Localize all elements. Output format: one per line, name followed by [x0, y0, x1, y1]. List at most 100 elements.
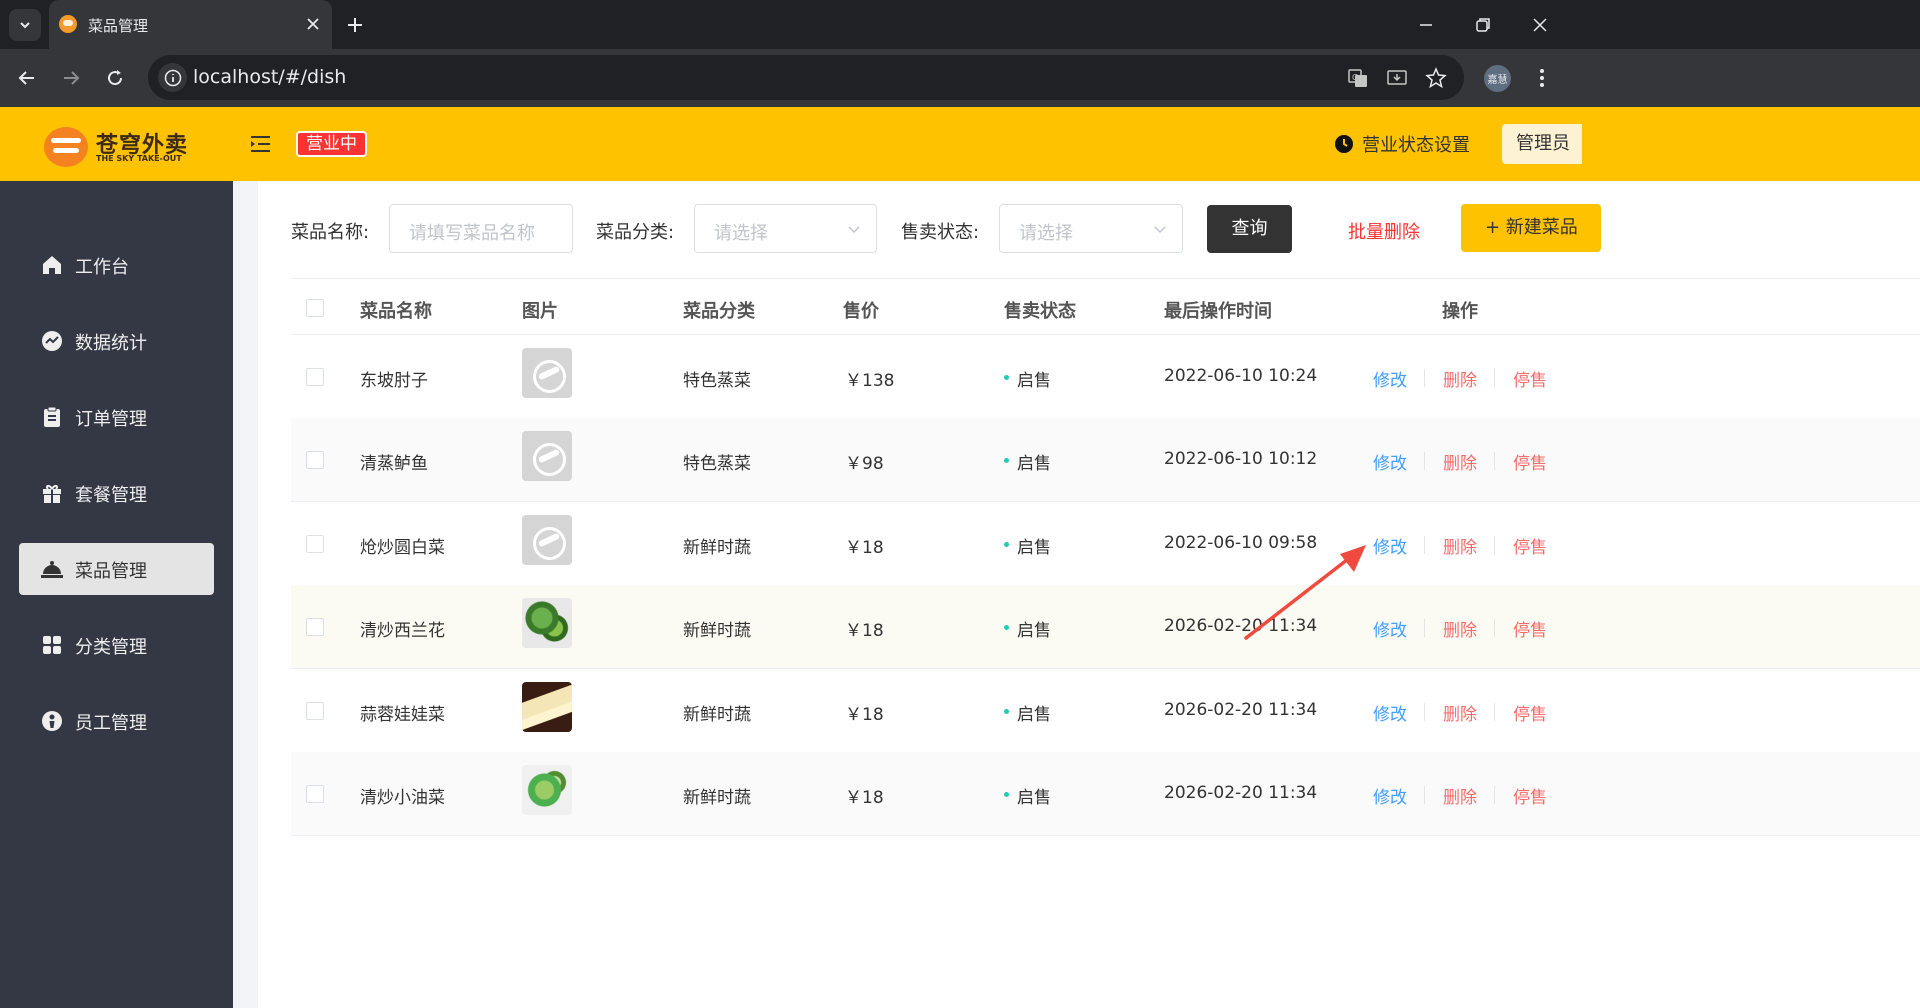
dish-price: ￥18 — [845, 538, 884, 558]
back-button[interactable] — [10, 61, 44, 95]
edit-button[interactable]: 修改 — [1373, 449, 1407, 474]
close-window-button[interactable] — [1512, 0, 1568, 49]
stop-sale-button[interactable]: 停售 — [1513, 366, 1547, 391]
forward-button[interactable] — [54, 61, 88, 95]
new-dish-button[interactable]: + 新建菜品 — [1461, 204, 1601, 252]
stop-sale-button[interactable]: 停售 — [1513, 533, 1547, 558]
category-label: 菜品分类: — [596, 222, 675, 243]
logo-mark-icon — [44, 127, 88, 167]
dish-status-text: 启售 — [1017, 371, 1051, 391]
row-checkbox[interactable] — [306, 451, 324, 469]
tab-title: 菜品管理 — [88, 17, 149, 35]
divider — [1494, 452, 1495, 470]
dish-name: 东坡肘子 — [360, 371, 428, 391]
restore-button[interactable] — [1455, 0, 1511, 49]
status-dot-icon — [1004, 625, 1009, 630]
dish-price: ￥18 — [845, 788, 884, 808]
sidebar-item-label: 菜品管理 — [75, 561, 147, 582]
query-button[interactable]: 查询 — [1207, 205, 1292, 253]
sidebar-item-combos[interactable]: 套餐管理 — [19, 467, 214, 519]
tab-search-button[interactable] — [9, 9, 41, 41]
delete-button[interactable]: 删除 — [1443, 449, 1477, 474]
stop-sale-button[interactable]: 停售 — [1513, 700, 1547, 725]
bookmark-button[interactable] — [1422, 64, 1449, 91]
col-actions: 操作 — [1442, 301, 1478, 322]
plus-icon — [348, 18, 362, 32]
clipboard-icon — [40, 405, 64, 429]
category-select[interactable]: 请选择 — [694, 204, 877, 253]
dish-status-text: 启售 — [1017, 538, 1051, 558]
dish-status: 启售 — [1004, 533, 1051, 558]
business-setting-button[interactable]: 营业状态设置 — [1334, 131, 1470, 157]
dish-status: 启售 — [1004, 366, 1051, 391]
divider — [1424, 786, 1425, 804]
address-bar[interactable]: localhost/#/dish G — [148, 55, 1464, 100]
sidebar-item-dishes[interactable]: 菜品管理 — [19, 543, 214, 595]
minimize-icon — [1420, 23, 1432, 26]
status-dot-icon — [1004, 542, 1009, 547]
sidebar-item-label: 分类管理 — [75, 637, 147, 658]
row-checkbox[interactable] — [306, 535, 324, 553]
chevron-down-icon — [20, 22, 30, 29]
divider — [1494, 536, 1495, 554]
browser-tab[interactable]: 菜品管理 — [49, 0, 332, 49]
cloche-icon — [40, 557, 64, 581]
sidebar-item-orders[interactable]: 订单管理 — [19, 391, 214, 443]
arrow-left-icon — [18, 71, 34, 85]
divider — [1424, 452, 1425, 470]
stop-sale-button[interactable]: 停售 — [1513, 449, 1547, 474]
edit-button[interactable]: 修改 — [1373, 783, 1407, 808]
status-select[interactable]: 请选择 — [999, 204, 1183, 253]
restore-icon — [1476, 17, 1490, 32]
dish-category: 新鲜时蔬 — [683, 538, 751, 558]
delete-button[interactable]: 删除 — [1443, 366, 1477, 391]
delete-button[interactable]: 删除 — [1443, 783, 1477, 808]
dish-status-text: 启售 — [1017, 788, 1051, 808]
dish-price: ￥138 — [845, 371, 895, 391]
new-tab-button[interactable] — [342, 12, 368, 38]
more-vert-icon — [1540, 69, 1544, 87]
menu-fold-icon — [251, 136, 270, 152]
edit-button[interactable]: 修改 — [1373, 366, 1407, 391]
row-checkbox[interactable] — [306, 785, 324, 803]
dish-name-input[interactable]: 请填写菜品名称 — [389, 204, 573, 253]
reload-button[interactable] — [98, 61, 132, 95]
dish-price: ￥98 — [845, 454, 884, 474]
batch-delete-button[interactable]: 批量删除 — [1348, 218, 1420, 244]
minimize-button[interactable] — [1398, 0, 1454, 49]
translate-icon: G — [1347, 68, 1367, 87]
select-all-checkbox[interactable] — [306, 299, 324, 317]
sidebar-item-label: 套餐管理 — [75, 485, 147, 506]
stop-sale-button[interactable]: 停售 — [1513, 783, 1547, 808]
sidebar-item-employees[interactable]: 员工管理 — [19, 695, 214, 747]
stop-sale-button[interactable]: 停售 — [1513, 616, 1547, 641]
sidebar-item-dashboard[interactable]: 工作台 — [19, 239, 214, 291]
delete-button[interactable]: 删除 — [1443, 616, 1477, 641]
collapse-menu-button[interactable] — [250, 135, 271, 153]
tab-close-button[interactable] — [302, 13, 324, 35]
sidebar-item-label: 工作台 — [75, 257, 129, 278]
admin-user-button[interactable]: 管理员 — [1502, 124, 1582, 164]
profile-avatar[interactable]: 嘉慧 — [1484, 65, 1511, 92]
arrow-right-icon — [64, 71, 80, 85]
row-checkbox[interactable] — [306, 618, 324, 636]
sidebar-item-statistics[interactable]: 数据统计 — [19, 315, 214, 367]
row-checkbox[interactable] — [306, 702, 324, 720]
divider — [1424, 369, 1425, 387]
site-info-button[interactable] — [158, 63, 187, 92]
sidebar-item-categories[interactable]: 分类管理 — [19, 619, 214, 671]
translate-button[interactable]: G — [1344, 64, 1371, 91]
dish-image-placeholder — [522, 431, 572, 481]
browser-menu-button[interactable] — [1530, 63, 1554, 93]
dish-status-text: 启售 — [1017, 621, 1051, 641]
dish-updated: 2022-06-10 10:24 — [1164, 366, 1318, 386]
business-status-badge: 营业中 — [296, 131, 367, 157]
divider — [1424, 703, 1425, 721]
delete-button[interactable]: 删除 — [1443, 533, 1477, 558]
row-checkbox[interactable] — [306, 368, 324, 386]
favicon-icon — [59, 15, 77, 33]
edit-button[interactable]: 修改 — [1373, 700, 1407, 725]
install-app-button[interactable] — [1383, 64, 1410, 91]
status-placeholder: 请选择 — [1019, 223, 1073, 244]
delete-button[interactable]: 删除 — [1443, 700, 1477, 725]
